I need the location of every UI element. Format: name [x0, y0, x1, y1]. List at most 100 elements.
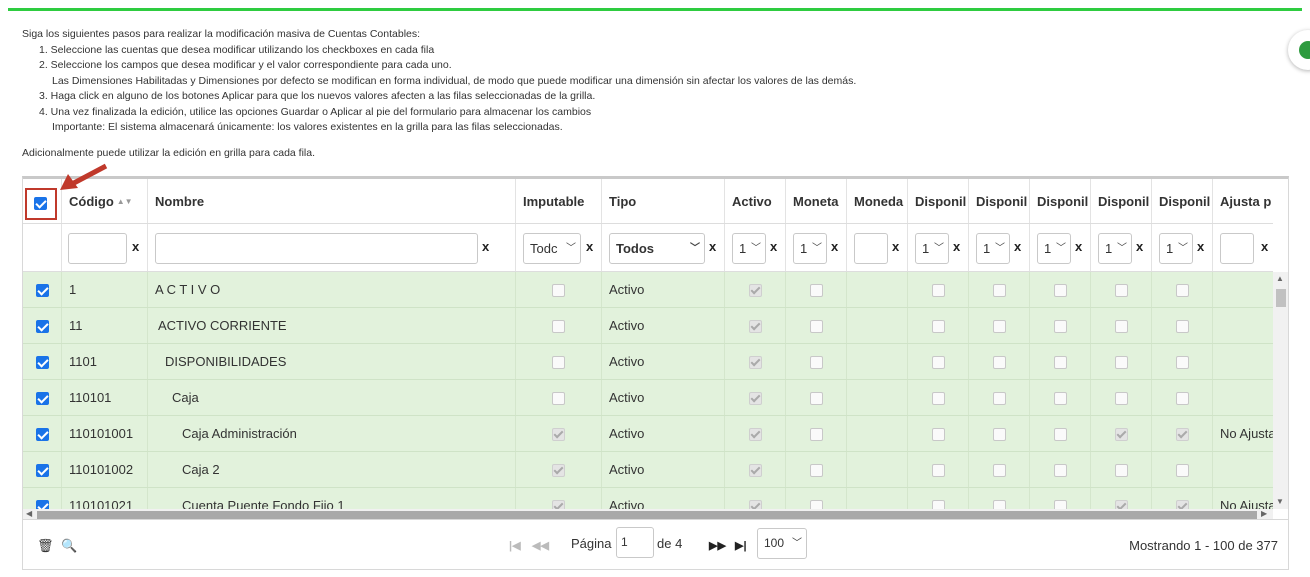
filter-nombre-input[interactable] [155, 233, 478, 264]
row-select-checkbox[interactable] [35, 500, 49, 509]
filter-disponible-2-clear[interactable]: x [1014, 239, 1021, 254]
sort-icon[interactable]: ▲▼ [117, 197, 133, 206]
row-select-checkbox[interactable] [35, 320, 49, 334]
next-page-button[interactable]: ▶▶ [709, 539, 726, 552]
filter-disponible-3-clear[interactable]: x [1075, 239, 1082, 254]
column-header-moneda[interactable]: Moneda [846, 179, 907, 223]
trash-icon[interactable]: 🗑 [37, 538, 54, 554]
filter-imputable-clear[interactable]: x [586, 239, 593, 254]
vertical-scroll-thumb[interactable] [1276, 289, 1286, 307]
chevron-down-icon: ﹀ [792, 538, 802, 549]
grid-header-row: Código ▲▼ Nombre Imputable Tipo Activo Mo… [23, 179, 1273, 224]
column-header-moneta[interactable]: Moneta [785, 179, 846, 223]
cell-activo-checkbox [748, 356, 762, 370]
horizontal-scroll-thumb[interactable] [37, 511, 1257, 519]
filter-moneda-clear[interactable]: x [892, 239, 899, 254]
table-row[interactable]: 1101 DISPONIBILIDADES Activo [23, 344, 1273, 380]
filter-disponible-4-select[interactable]: 1 ﹀ [1098, 233, 1132, 264]
column-header-tipo[interactable]: Tipo [601, 179, 724, 223]
page-label: Página [571, 536, 612, 551]
row-select-checkbox[interactable] [35, 284, 49, 298]
vertical-scrollbar[interactable]: ▲ ▼ [1273, 272, 1288, 509]
scroll-left-icon[interactable]: ◀ [26, 509, 32, 518]
filter-disponible-1-select[interactable]: 1 ﹀ [915, 233, 949, 264]
filter-nombre-clear[interactable]: x [482, 239, 489, 254]
cell-disp3 [1029, 380, 1090, 415]
column-header-disponible-3[interactable]: Disponil [1029, 179, 1090, 223]
scroll-up-icon[interactable]: ▲ [1276, 274, 1284, 283]
cell-disp2-checkbox [992, 392, 1006, 406]
cell-disp4 [1090, 344, 1151, 379]
cell-disp3-checkbox [1053, 464, 1067, 478]
column-header-disponible-5[interactable]: Disponil [1151, 179, 1212, 223]
table-row[interactable]: 110101 Caja Activo [23, 380, 1273, 416]
cell-nombre-text: Caja 2 [182, 462, 220, 477]
column-header-imputable[interactable]: Imputable [515, 179, 601, 223]
instructions-step-3: 3. Haga click en alguno de los botones A… [39, 90, 596, 102]
filter-codigo-clear[interactable]: x [132, 239, 139, 254]
filter-disponible-3-select[interactable]: 1 ﹀ [1037, 233, 1071, 264]
page-number-input[interactable]: 1 [616, 527, 654, 558]
table-row[interactable]: 1 A C T I V O Activo [23, 272, 1273, 308]
previous-page-button[interactable]: ◀◀ [532, 539, 549, 552]
cell-tipo: Activo [601, 308, 724, 343]
filter-disponible-1-value: 1 [922, 241, 930, 256]
first-page-button[interactable]: |◀ [509, 539, 521, 552]
cell-disp1 [907, 488, 968, 509]
page-size-select[interactable]: 100 ﹀ [757, 528, 807, 559]
filter-disponible-3: 1 ﹀ x [1029, 224, 1090, 271]
column-header-disponible-2[interactable]: Disponil [968, 179, 1029, 223]
cell-disp3 [1029, 488, 1090, 509]
filter-disponible-5-clear[interactable]: x [1197, 239, 1204, 254]
filter-disponible-1-clear[interactable]: x [953, 239, 960, 254]
last-page-button[interactable]: ▶| [735, 539, 747, 552]
cell-nombre: Cuenta Puente Fondo Fijo 1 [147, 488, 515, 509]
cell-ajusta [1212, 344, 1273, 379]
cell-tipo: Activo [601, 344, 724, 379]
table-row[interactable]: 11 ACTIVO CORRIENTE Activo [23, 308, 1273, 344]
filter-tipo-clear[interactable]: x [709, 239, 716, 254]
cell-tipo: Activo [601, 416, 724, 451]
column-header-ajusta[interactable]: Ajusta p [1212, 179, 1273, 223]
user-avatar-button[interactable] [1288, 30, 1310, 70]
column-header-nombre[interactable]: Nombre [147, 179, 515, 223]
header-select-all-cell [23, 179, 61, 223]
filter-disponible-4: 1 ﹀ x [1090, 224, 1151, 271]
filter-moneda-input[interactable] [854, 233, 888, 264]
cell-codigo: 110101021 [61, 488, 147, 509]
table-row[interactable]: 110101001 Caja Administración Activo No Aju… [23, 416, 1273, 452]
table-row[interactable]: 110101002 Caja 2 Activo [23, 452, 1273, 488]
column-header-activo[interactable]: Activo [724, 179, 785, 223]
row-select-checkbox[interactable] [35, 392, 49, 406]
cell-disp2 [968, 452, 1029, 487]
filter-moneta-select[interactable]: 1 ﹀ [793, 233, 827, 264]
filter-codigo-input[interactable] [68, 233, 127, 264]
cell-moneda [846, 416, 907, 451]
cell-imputable-checkbox [552, 320, 565, 334]
row-select-checkbox[interactable] [35, 356, 49, 370]
filter-activo-clear[interactable]: x [770, 239, 777, 254]
scroll-down-icon[interactable]: ▼ [1276, 497, 1284, 506]
filter-ajusta-clear[interactable]: x [1261, 239, 1268, 254]
filter-disponible-2-select[interactable]: 1 ﹀ [976, 233, 1010, 264]
table-row[interactable]: 110101021 Cuenta Puente Fondo Fijo 1 Activ… [23, 488, 1273, 509]
column-header-disponible-4[interactable]: Disponil [1090, 179, 1151, 223]
row-select-checkbox[interactable] [35, 428, 49, 442]
filter-moneta-clear[interactable]: x [831, 239, 838, 254]
cell-activo [724, 344, 785, 379]
scroll-right-icon[interactable]: ▶ [1261, 509, 1267, 518]
select-all-checkbox[interactable] [34, 197, 47, 210]
search-icon[interactable]: 🔍 [61, 538, 77, 554]
filter-ajusta-input[interactable] [1220, 233, 1254, 264]
cell-imputable [515, 272, 601, 307]
user-icon [1299, 41, 1310, 59]
horizontal-scrollbar[interactable]: ◀ ▶ [23, 509, 1273, 519]
filter-activo-select[interactable]: 1 ﹀ [732, 233, 766, 264]
column-header-disponible-1[interactable]: Disponil [907, 179, 968, 223]
filter-imputable-select[interactable]: Todc ﹀ [523, 233, 581, 264]
cell-imputable-checkbox [552, 284, 565, 298]
filter-disponible-5-select[interactable]: 1 ﹀ [1159, 233, 1193, 264]
row-select-checkbox[interactable] [35, 464, 49, 478]
filter-tipo-select[interactable]: Todos ﹀ [609, 233, 705, 264]
filter-disponible-4-clear[interactable]: x [1136, 239, 1143, 254]
